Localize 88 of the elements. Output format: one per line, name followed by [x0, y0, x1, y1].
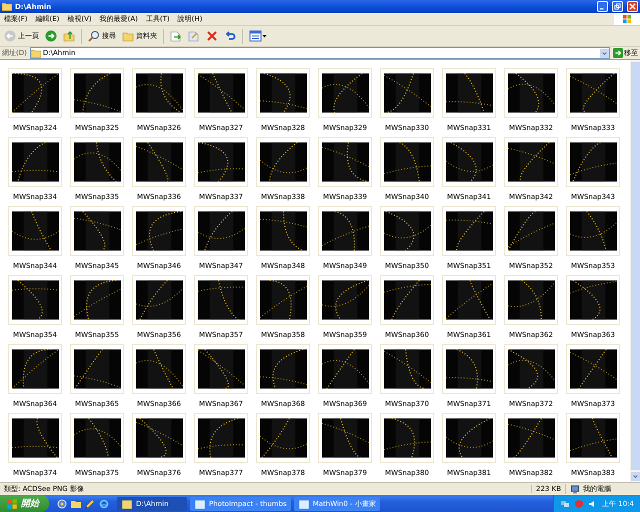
folder-up-icon	[63, 30, 75, 42]
thumbnail-image[interactable]	[198, 211, 244, 251]
thumbnail-image[interactable]	[508, 73, 554, 113]
thumbnail-image[interactable]	[322, 142, 368, 182]
thumbnail-image[interactable]	[446, 73, 492, 113]
thumbnail-image[interactable]	[12, 280, 58, 320]
thumbnail-image[interactable]	[198, 280, 244, 320]
move-to-folder-icon	[170, 30, 182, 42]
search-icon	[88, 30, 100, 42]
thumbnail-image[interactable]	[12, 418, 58, 458]
folder-icon	[2, 2, 12, 11]
windows-logo-icon	[6, 498, 18, 510]
scroll-down-icon[interactable]	[630, 472, 640, 481]
thumbnail-image[interactable]	[136, 280, 182, 320]
thumbnail-image[interactable]	[446, 280, 492, 320]
thumbnail-image[interactable]	[384, 418, 430, 458]
thumbnail-image[interactable]	[12, 349, 58, 389]
thumbnail-image[interactable]	[508, 280, 554, 320]
thumbnail-image[interactable]	[322, 349, 368, 389]
thumbnail-image[interactable]	[570, 418, 616, 458]
folder-icon	[122, 30, 134, 42]
delete-icon	[206, 30, 218, 42]
computer-icon	[570, 484, 580, 494]
thumbnail-image[interactable]	[508, 418, 554, 458]
thumbnail-image[interactable]	[570, 211, 616, 251]
thumbnail-image[interactable]	[322, 73, 368, 113]
thumbnail-image[interactable]	[136, 73, 182, 113]
thumbnail-image[interactable]	[446, 418, 492, 458]
folder-icon[interactable]	[71, 498, 81, 508]
views-button[interactable]	[247, 28, 269, 44]
thumbnail-image[interactable]	[384, 211, 430, 251]
thumbnail-image[interactable]	[12, 73, 58, 113]
thumbnail-image[interactable]	[384, 73, 430, 113]
dropdown-arrow-icon	[600, 48, 609, 58]
thumbnail-image[interactable]	[384, 349, 430, 389]
thumbnail-image[interactable]	[260, 418, 306, 458]
views-icon	[249, 30, 267, 42]
thumbnail-image[interactable]	[508, 349, 554, 389]
thumbnail-image[interactable]	[12, 211, 58, 251]
thumbnail-image[interactable]	[74, 73, 120, 113]
thumbnail-image[interactable]	[74, 142, 120, 182]
thumbnail-image[interactable]	[384, 142, 430, 182]
browser-icon[interactable]	[99, 498, 109, 508]
pen-icon[interactable]	[85, 498, 95, 508]
thumbnail-image[interactable]	[508, 142, 554, 182]
restore-button[interactable]	[612, 1, 623, 12]
thumbnail-image[interactable]	[74, 349, 120, 389]
thumbnail-image[interactable]	[136, 349, 182, 389]
thumbnail-image[interactable]	[74, 211, 120, 251]
thumbnail-image[interactable]	[322, 280, 368, 320]
forward-arrow-icon	[45, 30, 57, 42]
thumbnail-image[interactable]	[570, 73, 616, 113]
thumbnail-image[interactable]	[260, 280, 306, 320]
minimize-button[interactable]	[597, 1, 608, 12]
thumbnail-image[interactable]	[198, 73, 244, 113]
close-icon	[629, 3, 636, 10]
thumbnail-image[interactable]	[136, 142, 182, 182]
thumbnail-image[interactable]	[508, 211, 554, 251]
app-icon	[298, 498, 310, 510]
folder-icon	[121, 498, 133, 510]
thumbnail-image[interactable]	[198, 349, 244, 389]
thumbnail-image[interactable]	[570, 142, 616, 182]
thumbnail-image[interactable]	[322, 211, 368, 251]
thumbnail-image[interactable]	[260, 73, 306, 113]
back-arrow-icon	[4, 30, 16, 42]
thumbnail-image[interactable]	[198, 142, 244, 182]
thumbnail-image[interactable]	[74, 418, 120, 458]
thumbnail-image[interactable]	[12, 142, 58, 182]
thumbnail-image[interactable]	[446, 349, 492, 389]
thumbnail-image[interactable]	[384, 280, 430, 320]
thumbnail-image[interactable]	[446, 142, 492, 182]
thumbnail-image[interactable]	[260, 142, 306, 182]
close-button[interactable]	[627, 1, 638, 12]
thumbnail-image[interactable]	[198, 418, 244, 458]
thumbnail-image[interactable]	[570, 349, 616, 389]
thumbnail-image[interactable]	[260, 211, 306, 251]
thumbnail-image[interactable]	[74, 280, 120, 320]
undo-icon	[224, 30, 236, 42]
windows-logo-icon	[614, 13, 640, 25]
thumbnail-image[interactable]	[570, 280, 616, 320]
app-icon	[194, 498, 206, 510]
thumbnail-image[interactable]	[322, 418, 368, 458]
restore-icon	[614, 3, 621, 10]
thumbnail-image[interactable]	[446, 211, 492, 251]
thumbnail-image[interactable]	[136, 211, 182, 251]
forward-button[interactable]	[43, 28, 59, 44]
thumbnail-image[interactable]	[260, 349, 306, 389]
thumbnail-image[interactable]	[136, 418, 182, 458]
